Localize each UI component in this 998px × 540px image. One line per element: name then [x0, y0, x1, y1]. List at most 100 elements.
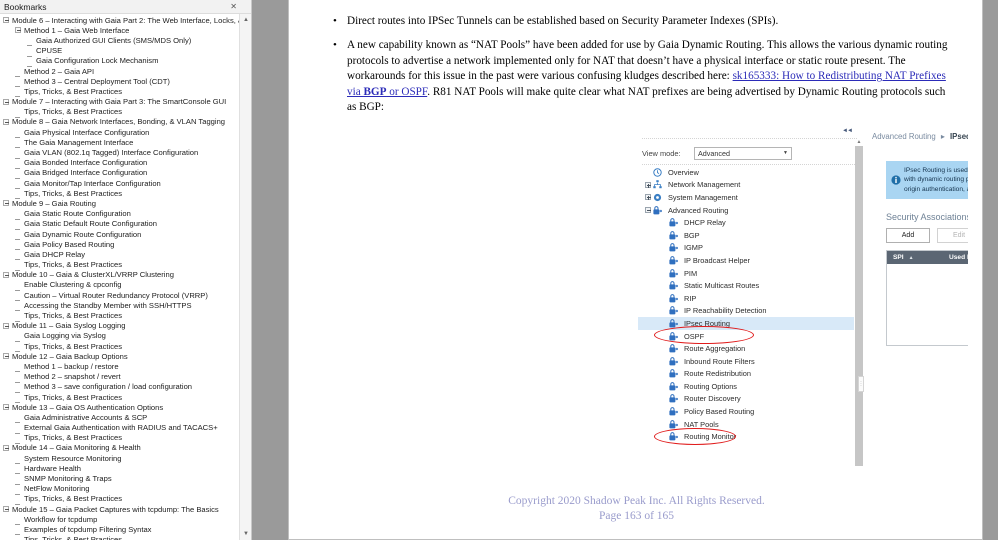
bookmark-item[interactable]: SNMP Monitoring & Traps [0, 473, 240, 485]
bookmark-item[interactable]: NetFlow Monitoring [0, 484, 240, 495]
bookmark-item[interactable]: Gaia Dynamic Route Configuration [0, 229, 240, 241]
bookmark-item[interactable]: Tips, Tricks, & Best Practices [0, 107, 240, 118]
close-icon[interactable]: ✕ [230, 2, 237, 12]
bookmark-item[interactable]: Gaia Physical Interface Configuration [0, 127, 240, 139]
bookmark-item[interactable]: Module 10 – Gaia & ClusterXL/VRRP Cluste… [0, 270, 240, 280]
collapse-icon[interactable] [2, 200, 10, 207]
collapse-icon[interactable] [2, 271, 10, 278]
bookmark-item[interactable]: Caution – Virtual Router Redundancy Prot… [0, 290, 240, 302]
bookmark-item[interactable]: Tips, Tricks, & Best Practices [0, 188, 240, 200]
gaia-tree-item[interactable]: Advanced Routing [638, 204, 854, 217]
bookmark-item[interactable]: Module 13 – Gaia OS Authentication Optio… [0, 402, 240, 412]
add-button[interactable]: Add [886, 228, 930, 243]
expand-icon[interactable] [642, 194, 653, 201]
bookmark-item[interactable]: Gaia DHCP Relay [0, 249, 240, 261]
gaia-tree-item[interactable]: BGP [638, 229, 854, 242]
gaia-tree-item[interactable]: IGMP [638, 242, 854, 255]
bookmark-item[interactable]: Method 3 – Central Deployment Tool (CDT) [0, 76, 240, 88]
gaia-tree-item[interactable]: IP Broadcast Helper [638, 254, 854, 267]
bookmark-item[interactable]: Module 6 – Interacting with Gaia Part 2:… [0, 15, 240, 25]
gaia-tree-item[interactable]: Policy Based Routing [638, 405, 854, 418]
bookmark-item[interactable]: Hardware Health [0, 463, 240, 475]
collapse-icon[interactable] [642, 207, 653, 214]
gaia-tree-item[interactable]: PIM [638, 267, 854, 280]
gaia-tree-item[interactable]: NAT Pools [638, 418, 854, 431]
gaia-tree-item[interactable]: OSPF [638, 330, 854, 343]
gaia-tree-item[interactable]: Routing Options [638, 380, 854, 393]
bookmark-item[interactable]: Gaia Monitor/Tap Interface Configuration [0, 178, 240, 190]
bookmark-item[interactable]: Tips, Tricks, & Best Practices [0, 494, 240, 505]
gaia-tree-item[interactable]: Inbound Route Filters [638, 355, 854, 368]
collapse-pane-icon[interactable]: ◄◄ [842, 128, 853, 134]
bookmark-item[interactable]: Gaia Policy Based Routing [0, 239, 240, 251]
bookmark-item[interactable]: Tips, Tricks, & Best Practices [0, 535, 240, 540]
bookmark-item[interactable]: Tips, Tricks, & Best Practices [0, 310, 240, 322]
gaia-tree-item[interactable]: Routing Monitor [638, 430, 854, 443]
collapse-icon[interactable] [2, 404, 10, 411]
bookmark-item[interactable]: Module 7 – Interacting with Gaia Part 3:… [0, 97, 240, 107]
breadcrumb-root[interactable]: Advanced Routing [872, 132, 936, 141]
scroll-down-icon[interactable]: ▼ [240, 528, 251, 540]
bookmark-item[interactable]: Tips, Tricks, & Best Practices [0, 260, 240, 271]
gaia-tree-item[interactable]: System Management [638, 191, 854, 204]
bookmark-item[interactable]: Accessing the Standby Member with SSH/HT… [0, 300, 240, 312]
bookmark-item[interactable]: Method 2 – Gaia API [0, 66, 240, 78]
collapse-icon[interactable] [14, 27, 22, 34]
bookmark-item[interactable]: Workflow for tcpdump [0, 514, 240, 526]
collapse-icon[interactable] [2, 353, 10, 360]
bookmark-item[interactable]: Examples of tcpdump Filtering Syntax [0, 524, 240, 536]
gaia-scroll-up-icon[interactable]: ▲ [855, 138, 863, 146]
bookmark-item[interactable]: Module 11 – Gaia Syslog Logging [0, 321, 240, 331]
gaia-tree-item[interactable]: IP Reachability Detection [638, 305, 854, 318]
bookmark-item[interactable]: Method 3 – save configuration / load con… [0, 382, 240, 393]
pane-splitter-handle[interactable]: ⋮ [858, 376, 864, 392]
bookmark-item[interactable]: CPUSE [0, 46, 240, 57]
bookmark-item[interactable]: Tips, Tricks, & Best Practices [0, 392, 240, 404]
gaia-nav-scrollbar[interactable] [855, 146, 863, 466]
bookmark-item[interactable]: Gaia Static Default Route Configuration [0, 219, 240, 230]
gaia-tree-item[interactable]: Router Discovery [638, 393, 854, 406]
gaia-tree[interactable]: Overview Network Management System Managem… [638, 166, 854, 466]
bookmark-item[interactable]: Gaia Administrative Accounts & SCP [0, 412, 240, 424]
bookmark-item[interactable]: Tips, Tricks, & Best Practices [0, 433, 240, 444]
bookmark-item[interactable]: Module 14 – Gaia Monitoring & Health [0, 443, 240, 453]
collapse-icon[interactable] [2, 17, 10, 24]
bookmark-item[interactable]: Method 2 – snapshot / revert [0, 372, 240, 383]
bookmark-item[interactable]: Method 1 – Gaia Web Interface [0, 25, 240, 35]
bookmark-item[interactable]: Gaia Static Route Configuration [0, 209, 240, 220]
column-header-spi[interactable]: SPI ▲ [887, 254, 949, 261]
gaia-tree-item[interactable]: IPsec Routing [638, 317, 854, 330]
gaia-tree-item[interactable]: Static Multicast Routes [638, 279, 854, 292]
collapse-icon[interactable] [2, 506, 10, 513]
bookmarks-tree[interactable]: Module 6 – Interacting with Gaia Part 2:… [0, 14, 240, 540]
hyperlink-sk165333[interactable]: BGP [363, 86, 386, 98]
pdf-scrollbar[interactable] [968, 0, 982, 539]
collapse-icon[interactable] [2, 322, 10, 329]
bookmark-item[interactable]: Tips, Tricks, & Best Practices [0, 86, 240, 98]
bookmark-item[interactable]: Gaia Bonded Interface Configuration [0, 158, 240, 169]
gaia-tree-item[interactable]: RIP [638, 292, 854, 305]
bookmark-item[interactable]: Gaia Bridged Interface Configuration [0, 168, 240, 179]
bookmark-item[interactable]: Enable Clustering & cpconfig [0, 280, 240, 291]
bookmark-item[interactable]: Module 9 – Gaia Routing [0, 198, 240, 208]
gaia-tree-item[interactable]: Network Management [638, 179, 854, 192]
bookmark-item[interactable]: The Gaia Management Interface [0, 137, 240, 149]
bookmarks-scrollbar[interactable]: ▲ ▼ [239, 14, 251, 540]
bookmark-item[interactable]: Gaia Logging via Syslog [0, 331, 240, 342]
gaia-tree-item[interactable]: Route Aggregation [638, 342, 854, 355]
gaia-tree-item[interactable]: DHCP Relay [638, 216, 854, 229]
bookmark-item[interactable]: System Resource Monitoring [0, 453, 240, 465]
collapse-icon[interactable] [2, 118, 10, 125]
expand-icon[interactable] [642, 181, 653, 188]
view-mode-select[interactable]: Advanced ▼ [694, 146, 792, 160]
gaia-tree-item[interactable]: Overview [638, 166, 854, 179]
bookmark-item[interactable]: Gaia Configuration Lock Mechanism [0, 56, 240, 67]
gaia-tree-item[interactable]: Route Redistribution [638, 368, 854, 381]
scroll-up-icon[interactable]: ▲ [240, 14, 251, 26]
collapse-icon[interactable] [2, 444, 10, 451]
bookmark-item[interactable]: Module 15 – Gaia Packet Captures with tc… [0, 504, 240, 514]
bookmark-item[interactable]: Tips, Tricks, & Best Practices [0, 341, 240, 353]
hyperlink-sk165333[interactable]: or OSPF [386, 86, 427, 98]
collapse-icon[interactable] [2, 98, 10, 105]
bookmark-item[interactable]: External Gaia Authentication with RADIUS… [0, 423, 240, 434]
